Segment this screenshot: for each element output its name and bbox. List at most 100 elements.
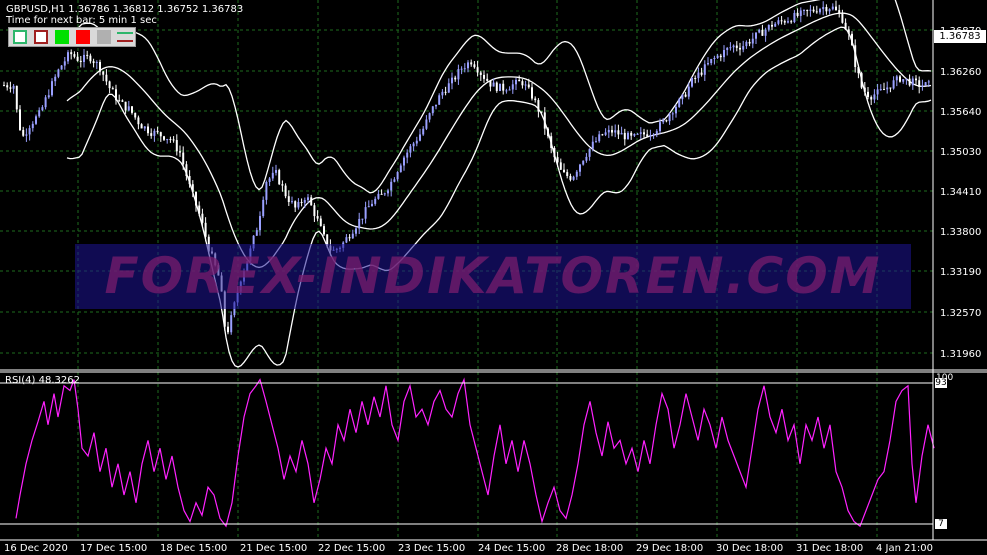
candle-body <box>812 9 815 12</box>
candle-body <box>921 85 924 87</box>
candle-body <box>588 148 591 157</box>
candle-body <box>505 90 508 92</box>
candle-body <box>147 126 149 134</box>
candle-body <box>748 41 751 44</box>
candle-body <box>556 157 559 163</box>
candle-body <box>707 63 709 65</box>
upper-band <box>66 0 932 194</box>
candle-body <box>780 20 783 22</box>
candle-body <box>540 111 543 113</box>
candle-body <box>281 184 284 186</box>
solid-green-button[interactable] <box>55 30 69 44</box>
candle-body <box>655 131 658 135</box>
candle-body <box>115 89 117 101</box>
candle-body <box>582 160 585 165</box>
candle-body <box>524 84 527 86</box>
candle-body <box>172 139 175 141</box>
candle-body <box>124 101 127 111</box>
rsi-level-high: 93 <box>935 378 947 388</box>
rsi-series-line <box>15 377 935 528</box>
candle-body <box>851 33 853 46</box>
candle-body <box>537 100 540 112</box>
candle-body <box>643 132 645 135</box>
lines-icon[interactable] <box>117 30 133 44</box>
outline-green-button[interactable] <box>13 30 27 44</box>
candle-body <box>479 72 482 75</box>
candle-body <box>611 129 613 133</box>
candle-body <box>419 134 421 141</box>
candle-body <box>159 132 162 137</box>
candle-body <box>751 38 754 44</box>
time-tick-label: 18 Dec 15:00 <box>160 543 227 554</box>
candle-body <box>809 9 812 11</box>
candle-body <box>111 88 114 90</box>
time-tick-label: 16 Dec 2020 <box>4 543 68 554</box>
solid-gray-button[interactable] <box>97 30 111 44</box>
candle-body <box>799 10 802 16</box>
solid-red-button[interactable] <box>76 30 90 44</box>
candle-body <box>19 109 21 130</box>
outline-red-button[interactable] <box>34 30 48 44</box>
candle-body <box>473 64 476 68</box>
candle-body <box>732 45 735 48</box>
candle-body <box>6 85 9 88</box>
candle-body <box>169 139 172 141</box>
candle-body <box>719 55 722 58</box>
candle-body <box>614 130 617 133</box>
candle-body <box>777 20 780 24</box>
candle-body <box>825 6 828 12</box>
candle-body <box>803 9 805 11</box>
candle-body <box>422 128 425 135</box>
time-tick-label: 21 Dec 15:00 <box>240 543 307 554</box>
candle-body <box>86 54 89 56</box>
candle-body <box>476 67 479 73</box>
candle-body <box>60 65 63 70</box>
candle-body <box>175 140 178 152</box>
time-tick-label: 28 Dec 18:00 <box>556 543 623 554</box>
time-tick-label: 23 Dec 15:00 <box>398 543 465 554</box>
candle-body <box>188 175 191 185</box>
candle-body <box>867 91 869 98</box>
candle-body <box>678 99 681 107</box>
candle-body <box>534 98 537 101</box>
candle-body <box>460 68 463 70</box>
candle-body <box>604 132 607 135</box>
candle-body <box>575 171 578 177</box>
candle-body <box>902 79 905 82</box>
candle-body <box>844 22 847 30</box>
candle-body <box>764 29 767 36</box>
candle-body <box>287 196 290 203</box>
candle-body <box>694 78 697 80</box>
candle-body <box>857 67 860 74</box>
candle-body <box>310 197 313 206</box>
candle-body <box>44 97 47 108</box>
candle-body <box>758 29 761 33</box>
candle-body <box>127 106 130 111</box>
candle-body <box>441 91 444 96</box>
candle-body <box>284 185 287 197</box>
candle-body <box>569 175 572 180</box>
price-tick-label: 1.33800 <box>940 227 981 238</box>
candle-body <box>607 129 610 133</box>
candle-body <box>323 226 325 235</box>
candle-body <box>691 78 693 87</box>
rsi-line <box>15 377 935 528</box>
candle-body <box>361 218 364 220</box>
candle-body <box>70 52 73 55</box>
candle-body <box>73 54 76 57</box>
candle-body <box>684 94 687 97</box>
candle-body <box>268 178 271 182</box>
candle-body <box>63 61 66 66</box>
candle-body <box>166 139 169 141</box>
candle-body <box>387 190 389 194</box>
candle-body <box>41 107 44 111</box>
candle-body <box>892 80 895 89</box>
candle-body <box>787 21 789 23</box>
price-tick-label: 1.32570 <box>940 308 981 319</box>
candle-body <box>319 218 322 227</box>
candle-body <box>31 123 34 129</box>
candle-body <box>54 76 57 82</box>
candle-body <box>652 134 655 136</box>
candle-body <box>681 94 684 100</box>
candle-body <box>521 81 524 86</box>
